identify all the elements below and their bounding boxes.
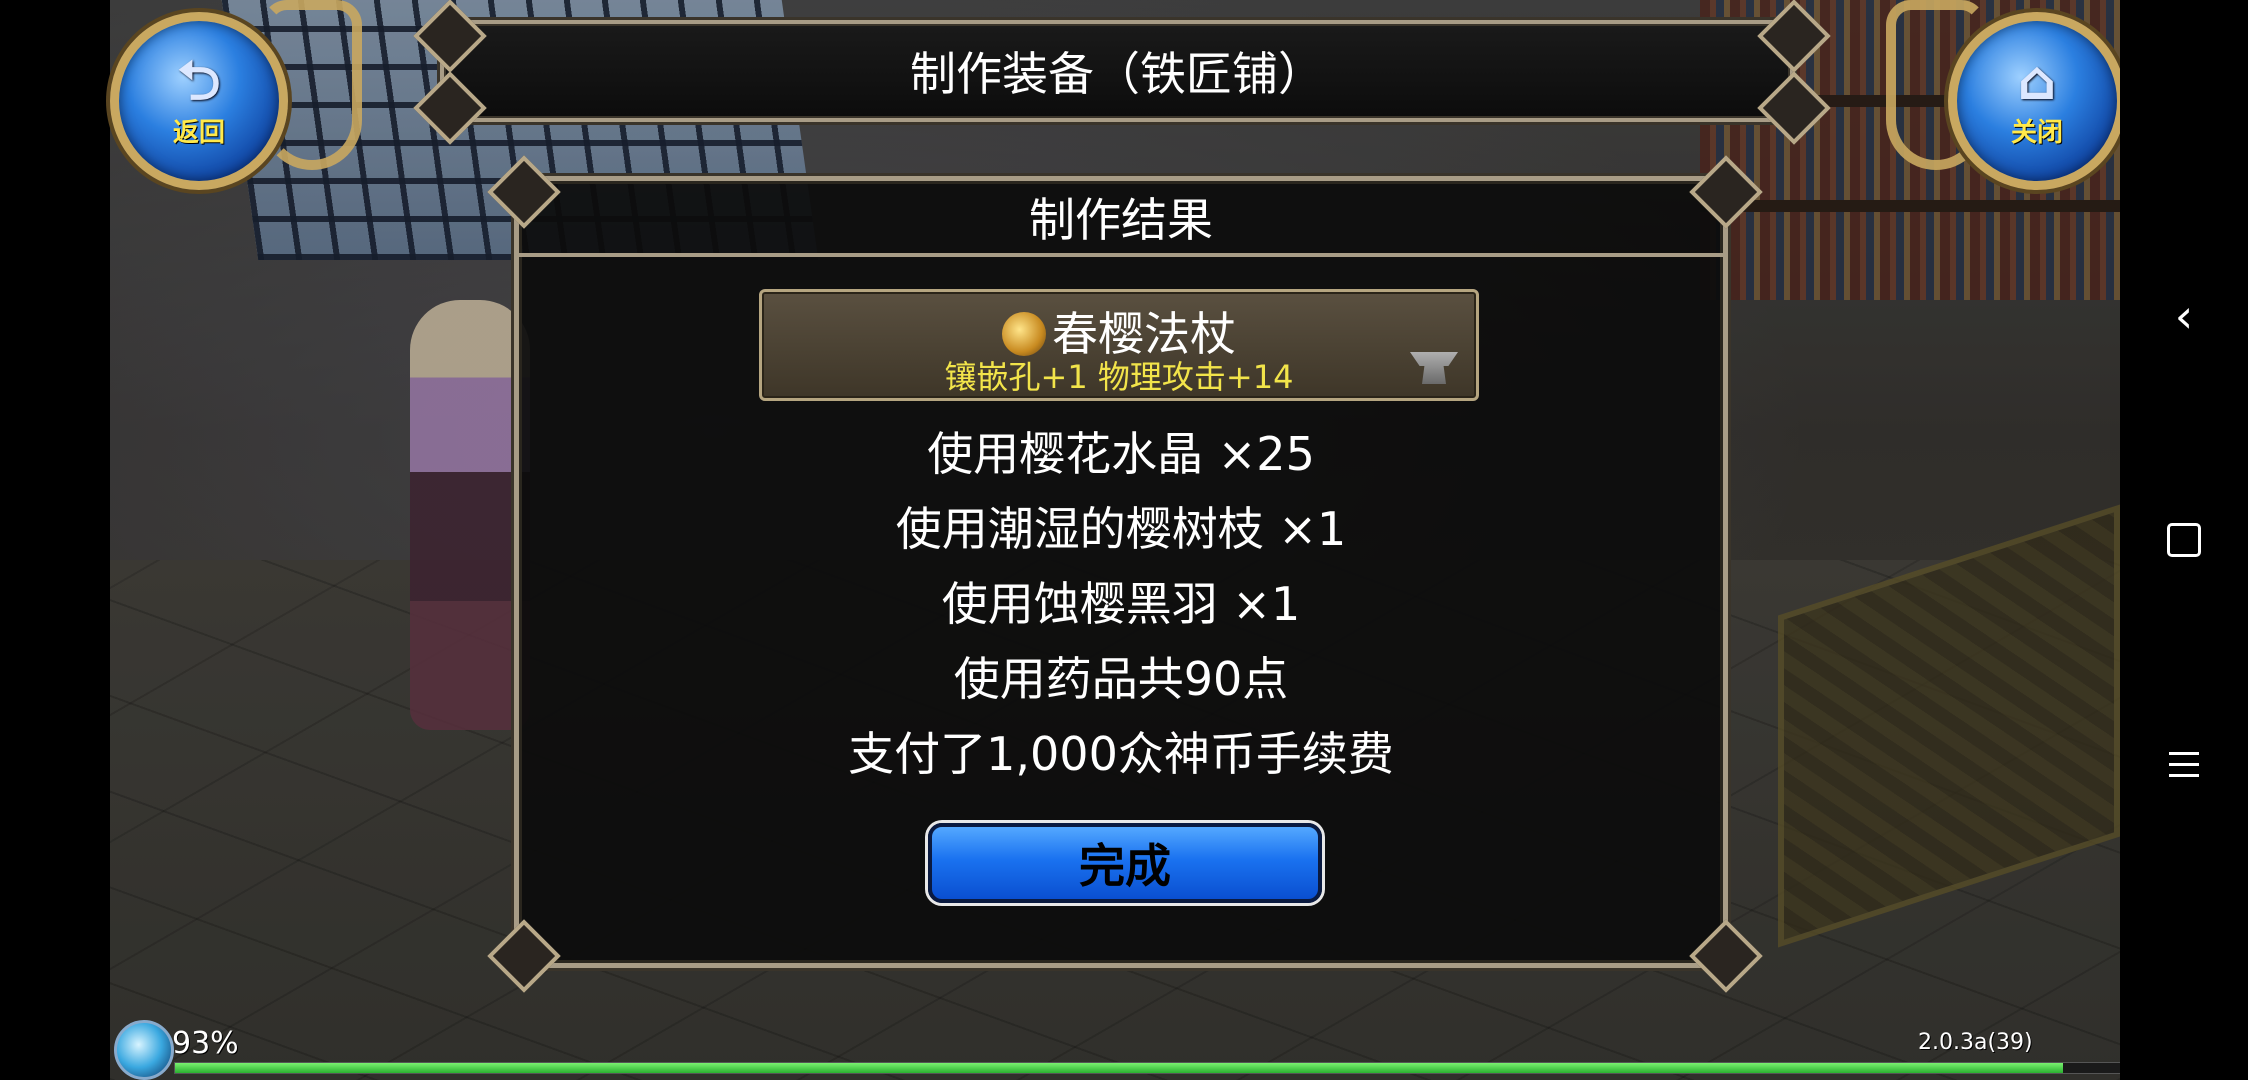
nav-home-button[interactable] [2154, 510, 2214, 570]
progress-bar-fill [175, 1063, 2063, 1073]
nav-menu-button[interactable] [2154, 734, 2214, 794]
dialog-header: 制作结果 [519, 181, 1723, 257]
menu-icon [2169, 751, 2199, 755]
return-arrow-icon: ⮌ [177, 48, 221, 112]
close-button-label: 关闭 [2010, 117, 2063, 148]
crafted-item-card[interactable]: 春樱法杖 镶嵌孔+1 物理攻击+14 [759, 289, 1479, 401]
back-button[interactable]: ⮌ 返回 [110, 12, 288, 190]
chevron-left-icon: ‹ [2174, 289, 2194, 343]
page-title: 制作装备（铁匠铺） [910, 47, 1324, 101]
item-stats: 镶嵌孔+1 物理攻击+14 [944, 358, 1294, 396]
result-line: 使用药品共90点 [953, 652, 1289, 706]
battery-percent: 93% [172, 1026, 239, 1061]
result-line: 使用蚀樱黑羽 ×1 [941, 577, 1301, 631]
square-icon [2167, 523, 2201, 557]
back-button-label: 返回 [172, 117, 225, 148]
progress-bar [174, 1062, 2122, 1074]
page-title-bar: 制作装备（铁匠铺） [440, 20, 1794, 122]
result-lines: 使用樱花水晶 ×25 使用潮湿的樱树枝 ×1 使用蚀樱黑羽 ×1 使用药品共90… [519, 417, 1723, 792]
result-line: 使用潮湿的樱树枝 ×1 [895, 502, 1347, 556]
battery-orb-icon [114, 1020, 174, 1080]
craft-result-dialog: 制作结果 春樱法杖 镶嵌孔+1 物理攻击+14 使用樱花水晶 ×25 使用潮湿的… [514, 176, 1728, 968]
done-button[interactable]: 完成 [928, 823, 1322, 903]
result-line: 使用樱花水晶 ×25 [927, 427, 1315, 481]
home-icon: ⌂ [2017, 48, 2057, 112]
nav-back-button[interactable]: ‹ [2154, 286, 2214, 346]
menu-icon-bar [2169, 773, 2199, 777]
staff-icon [1002, 312, 1046, 356]
result-line: 支付了1,000众神币手续费 [848, 727, 1394, 781]
android-nav-bar: ‹ [2120, 0, 2248, 1080]
close-button[interactable]: ⌂ 关闭 [1948, 12, 2126, 190]
dialog-title: 制作结果 [1029, 193, 1213, 247]
version-label: 2.0.3a(39) [1918, 1030, 2033, 1055]
menu-icon-bar [2169, 762, 2199, 766]
